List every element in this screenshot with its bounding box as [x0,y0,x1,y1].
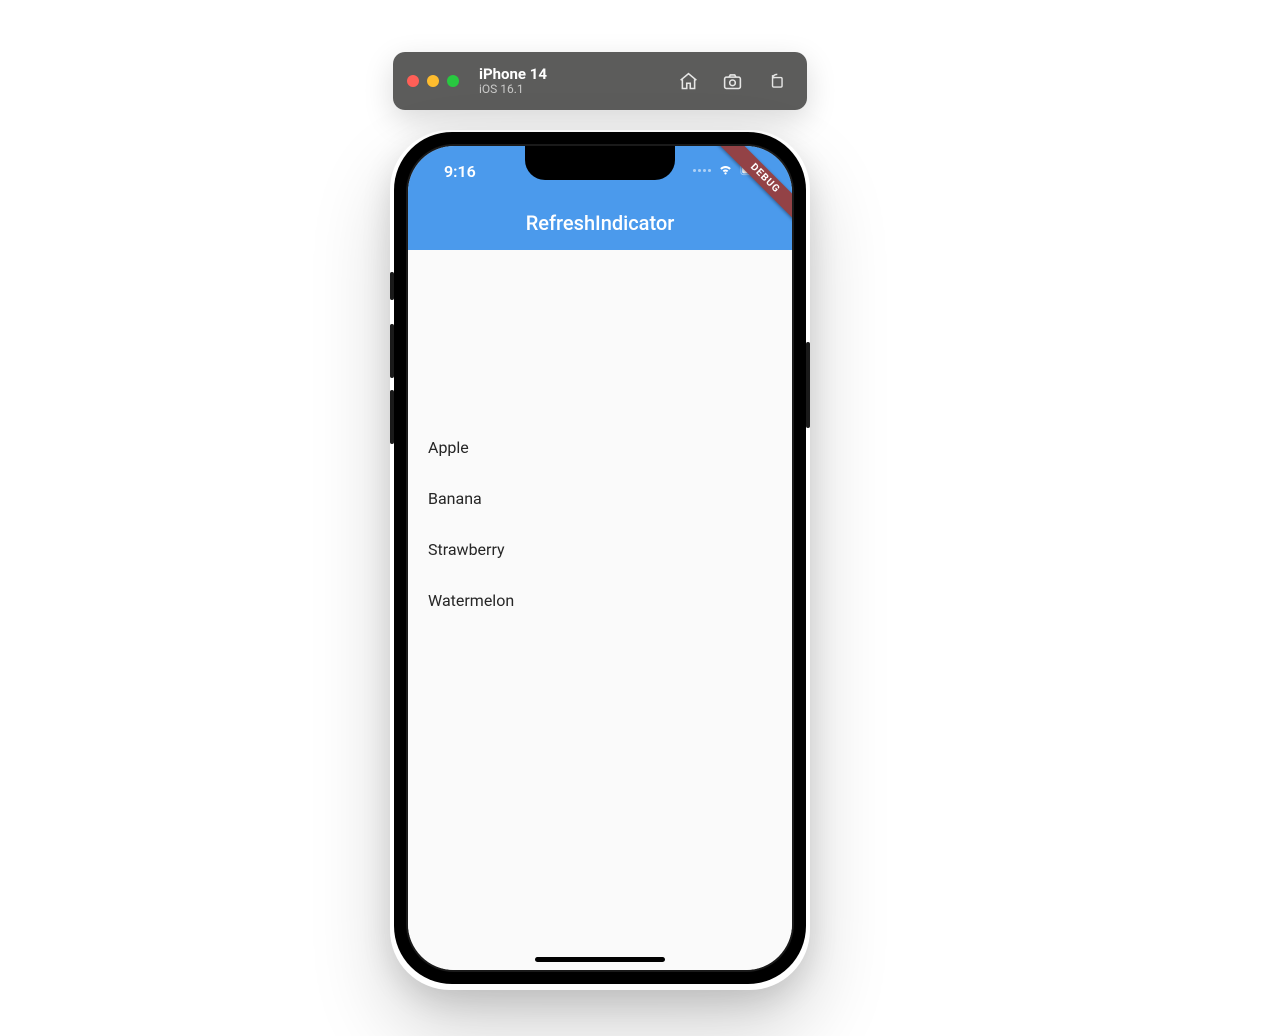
simulator-device-name: iPhone 14 [479,66,663,83]
simulator-control-bar: iPhone 14 iOS 16.1 [393,52,807,110]
cellular-icon [693,169,711,172]
simulator-toolbar [677,70,793,92]
fruit-list: Apple Banana Strawberry Watermelon [408,250,792,626]
window-close-button[interactable] [407,75,419,87]
simulator-title: iPhone 14 iOS 16.1 [479,66,663,96]
home-icon[interactable] [677,70,699,92]
silence-switch[interactable] [390,272,394,300]
window-zoom-button[interactable] [447,75,459,87]
scroll-body[interactable]: Apple Banana Strawberry Watermelon [408,250,792,970]
wifi-icon [717,160,734,181]
app-bar: RefreshIndicator [408,196,792,250]
window-traffic-lights [407,75,459,87]
window-minimize-button[interactable] [427,75,439,87]
list-item[interactable]: Banana [408,473,792,524]
device-screen: DEBUG 9:16 [408,146,792,970]
screenshot-icon[interactable] [721,70,743,92]
home-indicator[interactable] [535,957,665,962]
power-button[interactable] [806,342,810,428]
notch [525,146,675,180]
volume-down-button[interactable] [390,390,394,444]
device-frame: DEBUG 9:16 [394,132,806,984]
list-item[interactable]: Strawberry [408,524,792,575]
simulator-os-version: iOS 16.1 [479,83,663,96]
status-time: 9:16 [444,162,476,181]
list-item[interactable]: Apple [408,422,792,473]
volume-up-button[interactable] [390,324,394,378]
rotate-icon[interactable] [765,70,787,92]
list-item[interactable]: Watermelon [408,575,792,626]
app-bar-title: RefreshIndicator [526,211,675,235]
